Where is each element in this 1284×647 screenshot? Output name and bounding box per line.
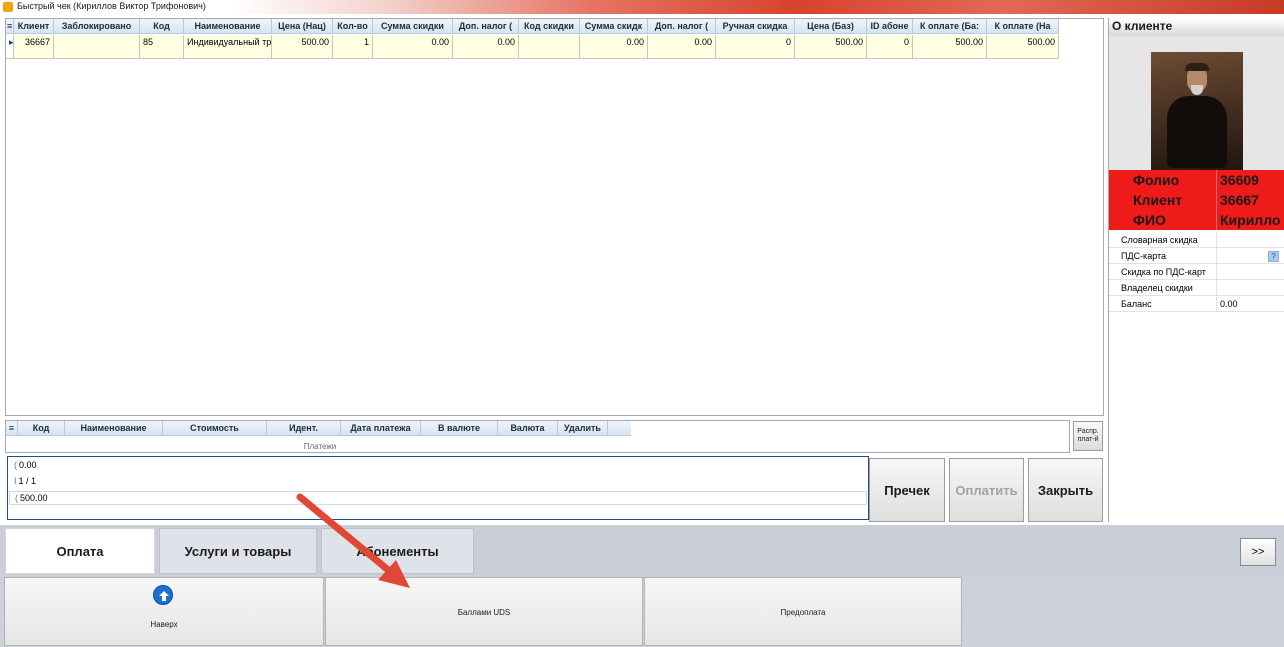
annotation-arrow	[296, 493, 410, 588]
